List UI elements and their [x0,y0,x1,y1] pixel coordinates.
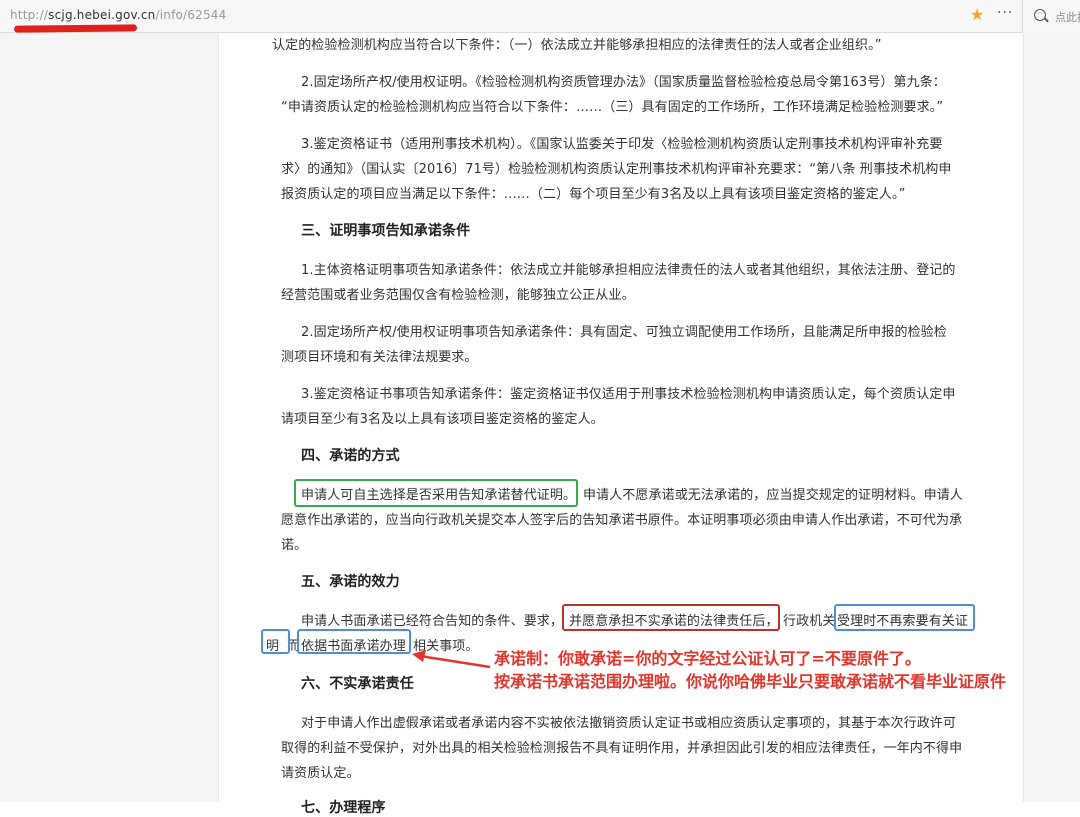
url-path: /info/62544 [155,8,227,22]
search-placeholder: 点此搜 [1055,11,1080,24]
green-highlight-box [294,479,578,507]
blue-highlight-box [297,629,411,654]
annotation-text-1: 承诺制：你敢承诺=你的文字经过公证认可了=不要原件了。 [494,649,921,668]
red-highlight-box [562,604,780,631]
article-line: 2.固定场所产权/使用权证明。《检验检测机构资质管理办法》（国家质量监督检验检疫… [301,75,946,90]
section-heading: 三、证明事项告知承诺条件 [301,223,471,239]
star-icon[interactable]: ★ [970,6,984,24]
blue-highlight-box [261,629,290,654]
annotation-text-2: 按承诺书承诺范围办理啦。你说你哈佛毕业只要敢承诺就不看毕业证原件 [494,672,1007,691]
article-line: 3.鉴定资格证书事项告知承诺条件：鉴定资格证书仅适用于刑事技术检验检测机构申请资… [301,387,956,402]
url-text[interactable]: http://scjg.hebei.gov.cn/info/62544 [10,8,226,22]
article-line: 认定的检验检测机构应当符合以下条件：（一）依法成立并能够承担相应的法律责任的法人… [272,38,882,53]
article-line: 愿意作出承诺的，应当向行政机关提交本人签字后的告知承诺书原件。本证明事项必须由申… [281,513,963,528]
section-heading: 五、承诺的效力 [301,574,400,590]
article-line: 请项目至少有3名及以上具有该项目鉴定资格的鉴定人。 [281,412,604,427]
article-line: “申请资质认定的检验检测机构应当符合以下条件：……（三）具有固定的工作场所，工作… [281,100,944,115]
article-line: 申请人书面承诺已经符合告知的条件、要求， [301,614,564,629]
search-icon [1034,9,1046,21]
article-line: 1.主体资格证明事项告知承诺条件：依法成立并能够承担相应法律责任的法人或者其他组… [301,263,956,278]
article-line: 经营范围或者业务范围仅含有检验检测，能够独立公正从业。 [281,288,635,303]
arrow-icon [412,650,491,669]
more-icon[interactable]: ··· [997,5,1013,21]
article-line: 报资质认定的项目应当满足以下条件：……（二）每个项目至少有3名及以上具有该项目鉴… [281,187,906,202]
article-line: 对于申请人作出虚假承诺或者承诺内容不实被依法撤销资质认定证书或相应资质认定事项的… [301,716,957,731]
blue-highlight-box [834,604,975,631]
article-line: 求〉的通知》（国认实〔2016〕71号）检验检测机构资质认定刑事技术机构评审补充… [281,162,952,177]
article-line: 申请人不愿承诺或无法承诺的，应当提交规定的证明材料。申请人 [583,488,963,503]
red-underline-mark [13,24,138,33]
article-line: 取得的利益不受保护，对外出具的相关检验检测报告不具有证明作用，并承担因此引发的相… [281,741,963,756]
search-box[interactable]: 点此搜 [1022,0,1080,33]
address-bar[interactable]: http://scjg.hebei.gov.cn/info/62544 ★ ··… [0,0,1022,33]
section-heading: 四、承诺的方式 [301,448,400,464]
article-line: 请资质认定。 [281,766,360,781]
article-line: 2.固定场所产权/使用权证明事项告知承诺条件：具有固定、可独立调配使用工作场所，… [301,325,947,340]
article-line: 诺。 [281,538,308,553]
url-host: scjg.hebei.gov.cn [48,8,156,22]
section-heading: 六、不实承诺责任 [301,676,414,692]
section-heading: 七、办理程序 [301,800,386,816]
article-line: 3.鉴定资格证书（适用刑事技术机构）。《国家认监委关于印发〈检验检测机构资质认定… [301,137,943,152]
article-line: 行政机关 [783,614,836,629]
browser-toolbar: http://scjg.hebei.gov.cn/info/62544 ★ ··… [0,0,1080,33]
article-line: 测项目环境和有关法律法规要求。 [281,350,478,365]
